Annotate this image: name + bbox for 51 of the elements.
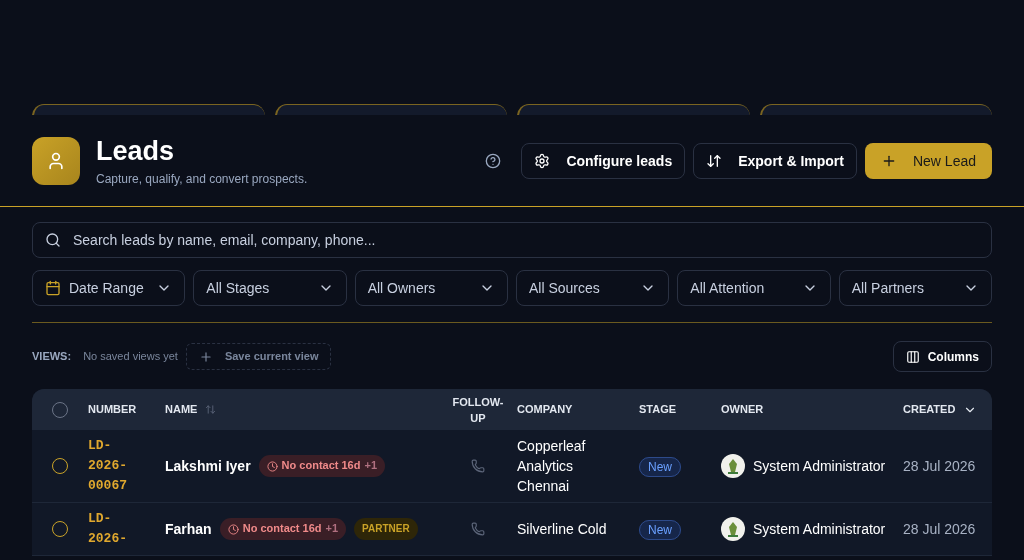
- search-icon: [45, 232, 61, 248]
- created-date: 28 Jul 2026: [903, 457, 977, 476]
- page-subtitle: Capture, qualify, and convert prospects.: [96, 171, 308, 187]
- filter-dropdown[interactable]: All Stages: [193, 270, 347, 306]
- company-name: Copperleaf Analytics Chennai: [517, 437, 587, 496]
- phone-icon[interactable]: [471, 522, 485, 536]
- column-header: OWNER: [721, 402, 764, 418]
- configure-button[interactable]: Configure leads: [521, 143, 686, 179]
- column-header[interactable]: CREATED: [903, 401, 956, 418]
- filter-dropdown[interactable]: Date Range: [32, 270, 186, 306]
- lead-number[interactable]: LD-2026-00067: [88, 436, 136, 496]
- no-contact-badge: No contact 16d +1: [219, 518, 347, 540]
- columns-icon: [905, 349, 920, 364]
- page-title: Leads: [96, 135, 176, 167]
- column-header: FOLLOW-UP: [451, 394, 505, 426]
- avatar: [721, 454, 745, 478]
- new-lead-button[interactable]: New Lead: [864, 143, 992, 179]
- column-header: NUMBER: [88, 402, 137, 418]
- filter-dropdown[interactable]: All Partners: [838, 270, 992, 306]
- filter-dropdown[interactable]: All Attention: [677, 270, 831, 306]
- lead-name[interactable]: Farhan: [165, 519, 212, 539]
- owner-name: System Administrator: [753, 520, 886, 539]
- filter-dropdown[interactable]: All Sources: [516, 270, 670, 306]
- save-view-button[interactable]: Save current view: [185, 343, 332, 370]
- columns-button[interactable]: Columns: [892, 341, 992, 372]
- partner-tag: PARTNER: [354, 518, 418, 540]
- views-empty-text: No saved views yet: [83, 349, 178, 365]
- no-contact-badge: No contact 16d +1: [258, 455, 385, 477]
- sort-arrows-icon: [706, 153, 723, 169]
- created-date: 28 Jul 2026: [903, 520, 977, 539]
- search-input[interactable]: Search leads by name, email, company, phone...: [73, 230, 979, 250]
- stage-badge: New: [639, 457, 681, 477]
- column-header: STAGE: [639, 402, 677, 418]
- column-header[interactable]: NAME: [165, 401, 198, 418]
- avatar: [721, 517, 745, 541]
- owner-name: System Administrator: [753, 457, 886, 476]
- gear-icon: [534, 153, 551, 169]
- lead-number[interactable]: LD-2026-: [88, 509, 136, 549]
- plus-icon: [198, 349, 213, 364]
- stage-badge: New: [639, 520, 681, 540]
- search-field[interactable]: Search leads by name, email, company, phone...: [32, 222, 992, 258]
- help-icon[interactable]: [485, 153, 502, 169]
- user-icon: [32, 137, 80, 185]
- phone-icon[interactable]: [471, 459, 485, 473]
- filter-dropdown[interactable]: All Owners: [354, 270, 508, 306]
- company-name: Silverline Cold: [517, 520, 608, 539]
- export-import-button[interactable]: Export & Import: [693, 143, 857, 179]
- column-header: COMPANY: [517, 402, 573, 418]
- calendar-icon: [45, 280, 61, 296]
- views-label: VIEWS:: [32, 349, 72, 365]
- lead-name[interactable]: Lakshmi Iyer: [165, 456, 251, 476]
